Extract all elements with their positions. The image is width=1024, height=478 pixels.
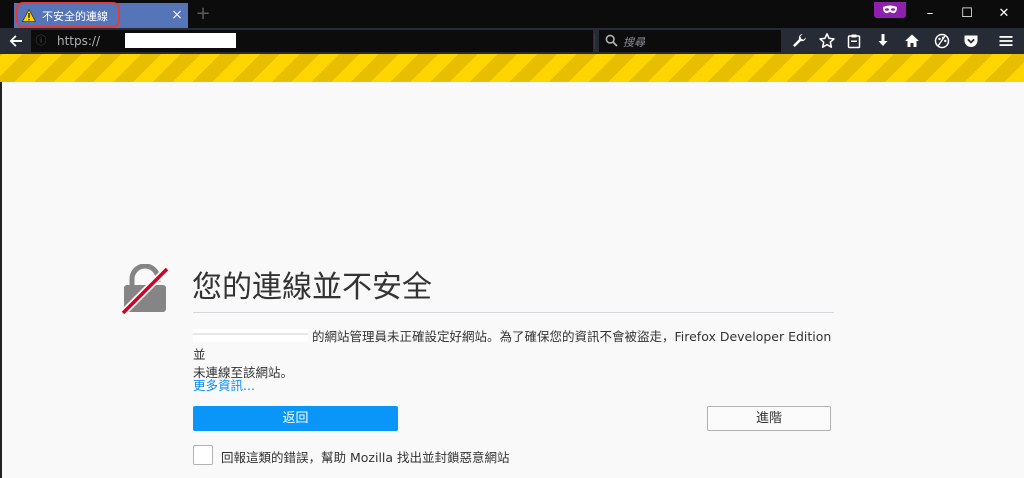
go-back-button[interactable]: 返回 (193, 406, 398, 431)
url-bar[interactable]: ⓘ https:// ⟳ (31, 30, 613, 52)
pocket-icon (964, 35, 978, 47)
host-name-redacted (193, 329, 308, 342)
window-left-border (0, 82, 2, 478)
downloads-button[interactable] (874, 32, 892, 50)
private-browsing-indicator (874, 2, 906, 18)
clipboard-icon (847, 34, 861, 49)
close-window-button[interactable]: ✕ (982, 0, 1024, 28)
pocket-button[interactable] (962, 32, 980, 50)
home-icon (905, 34, 919, 47)
page-title: 您的連線並不安全 (192, 270, 432, 305)
url-separator (594, 33, 595, 49)
learn-more-link[interactable]: 更多資訊... (193, 375, 255, 394)
customize-button[interactable] (933, 32, 951, 50)
report-errors-label: 回報這類的錯誤，幫助 Mozilla 找出並封鎖惡意網站 (221, 450, 510, 465)
title-bar: 不安全的連線 × + – ☐ ✕ (0, 0, 1024, 28)
back-arrow-icon[interactable] (8, 33, 24, 49)
navigation-toolbar: ⓘ https:// ⟳ 搜尋 (0, 28, 1024, 54)
new-tab-button[interactable]: + (193, 4, 213, 24)
download-icon (878, 34, 888, 46)
advanced-button[interactable]: 進階 (707, 406, 831, 431)
tab-annotation-highlight (16, 2, 120, 28)
palette-icon (934, 33, 950, 49)
identity-icon[interactable]: ⓘ (34, 34, 48, 48)
wrench-icon (793, 34, 806, 47)
search-icon (605, 34, 618, 47)
error-description: 的網站管理員未正確設定好網站。為了確保您的資訊不會被盜走，Firefox Dev… (193, 328, 838, 382)
star-icon (819, 33, 835, 48)
url-scheme: https:// (57, 34, 101, 48)
search-placeholder: 搜尋 (623, 36, 645, 49)
report-errors-checkbox[interactable] (193, 445, 213, 465)
search-bar[interactable]: 搜尋 (599, 30, 781, 52)
developer-tools-button[interactable] (790, 32, 808, 50)
home-button[interactable] (903, 32, 921, 50)
url-host-redacted (125, 33, 236, 48)
insecure-warning-stripe (0, 54, 1024, 82)
menu-icon (999, 36, 1013, 46)
title-divider (193, 312, 834, 313)
private-mask-icon (883, 5, 897, 14)
broken-lock-icon (120, 264, 170, 314)
bookmarks-menu-button[interactable] (845, 32, 863, 50)
tab-close-button[interactable]: × (166, 3, 188, 28)
main-menu-button[interactable] (997, 32, 1015, 50)
bookmark-button[interactable] (818, 32, 836, 50)
